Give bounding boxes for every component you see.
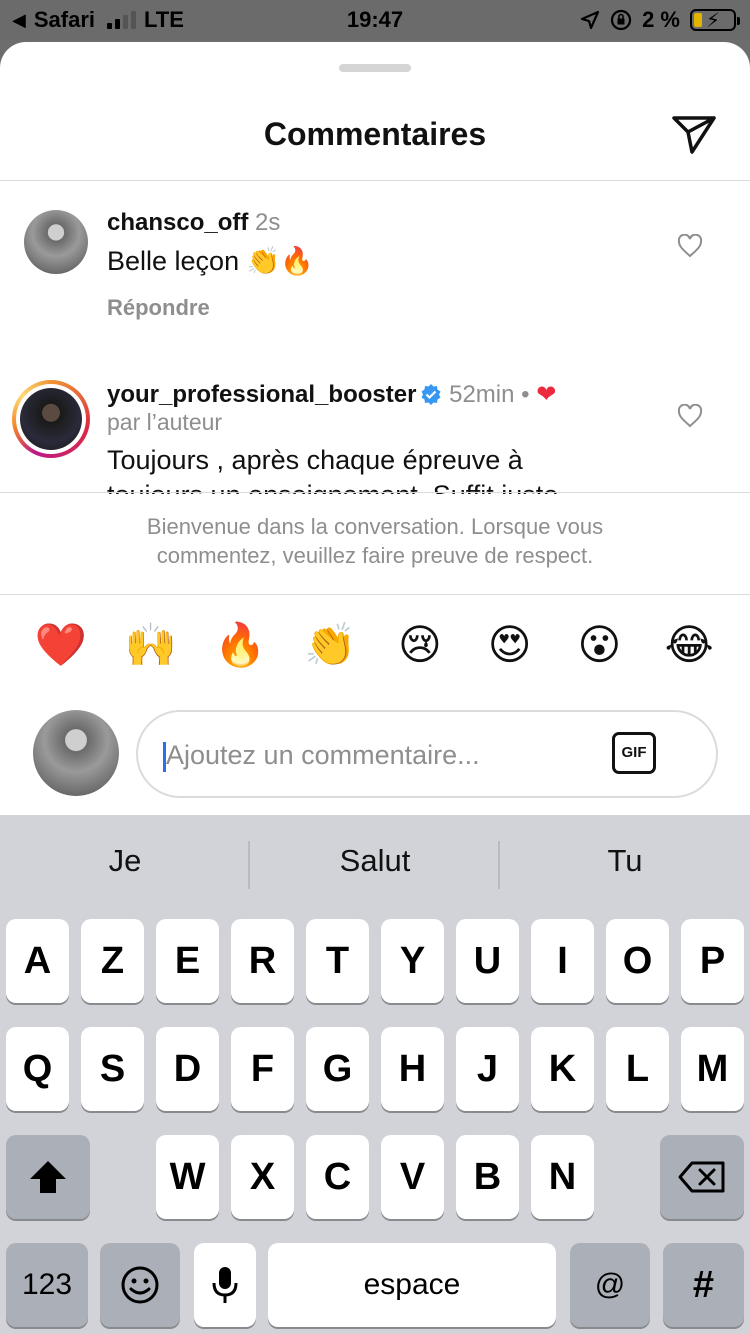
backspace-icon xyxy=(678,1161,725,1193)
emoji-red-heart[interactable]: ❤️ xyxy=(31,620,91,670)
status-bar: ◀ Safari LTE 19:47 2 % ⚡ xyxy=(0,0,750,40)
shift-arrow-icon xyxy=(30,1161,66,1193)
key-t[interactable]: T xyxy=(306,919,369,1003)
key-c[interactable]: C xyxy=(306,1135,369,1219)
meta-separator: • xyxy=(521,381,530,408)
key-f[interactable]: F xyxy=(231,1027,294,1111)
key-s[interactable]: S xyxy=(81,1027,144,1111)
key-z[interactable]: Z xyxy=(81,919,144,1003)
username-text[interactable]: chansco_off xyxy=(107,209,248,236)
microphone-icon xyxy=(212,1267,238,1303)
battery-icon: ⚡ xyxy=(690,9,740,32)
heart-outline-icon[interactable] xyxy=(677,404,703,428)
quick-emoji-bar: ❤️ 🙌 🔥 👏 😢 😍 😮 😂 xyxy=(0,620,750,670)
page-title: Commentaires xyxy=(263,116,487,152)
key-p[interactable]: P xyxy=(681,919,744,1003)
emoji-clapping-hands[interactable]: 👏 xyxy=(300,620,360,670)
welcome-divider-bottom xyxy=(0,594,750,595)
emoji-raised-hands[interactable]: 🙌 xyxy=(121,620,181,670)
emoji-key[interactable] xyxy=(100,1243,180,1327)
welcome-line: Bienvenue dans la conversation. Lorsque … xyxy=(146,514,604,539)
comment-username[interactable]: your_professional_booster 52min • ❤ xyxy=(107,380,556,409)
at-key[interactable]: @ xyxy=(570,1243,650,1327)
orientation-lock-icon xyxy=(610,9,632,31)
key-r[interactable]: R xyxy=(231,919,294,1003)
suggestion-salut[interactable]: Salut xyxy=(250,843,500,879)
predictive-bar: Je Salut Tu xyxy=(0,815,750,915)
key-b[interactable]: B xyxy=(456,1135,519,1219)
key-h[interactable]: H xyxy=(381,1027,444,1111)
key-o[interactable]: O xyxy=(606,919,669,1003)
keyboard: Je Salut Tu A Z E R T Y U I O P Q S D F … xyxy=(0,815,750,1334)
numbers-key[interactable]: 123 xyxy=(6,1243,88,1327)
emoji-fire[interactable]: 🔥 xyxy=(210,620,270,670)
author-label: par l’auteur xyxy=(107,409,223,435)
comment-time: 2s xyxy=(255,209,281,236)
key-j[interactable]: J xyxy=(456,1027,519,1111)
key-u[interactable]: U xyxy=(456,919,519,1003)
key-l[interactable]: L xyxy=(606,1027,669,1111)
gif-icon[interactable]: GIF xyxy=(612,732,656,774)
smiley-icon xyxy=(121,1266,159,1304)
key-e[interactable]: E xyxy=(156,919,219,1003)
reply-button[interactable]: Répondre xyxy=(107,295,210,321)
microphone-key[interactable] xyxy=(194,1243,256,1327)
delete-key[interactable] xyxy=(660,1135,744,1219)
welcome-divider-top xyxy=(0,492,750,493)
key-w[interactable]: W xyxy=(156,1135,219,1219)
key-v[interactable]: V xyxy=(381,1135,444,1219)
shift-key[interactable] xyxy=(6,1135,90,1219)
emoji-tears-of-joy[interactable]: 😂 xyxy=(659,620,719,670)
heart-outline-icon[interactable] xyxy=(677,234,703,258)
key-k[interactable]: K xyxy=(531,1027,594,1111)
welcome-notice: Bienvenue dans la conversation. Lorsque … xyxy=(0,494,750,594)
key-m[interactable]: M xyxy=(681,1027,744,1111)
suggestion-tu[interactable]: Tu xyxy=(500,843,750,879)
author-liked-heart-icon: ❤ xyxy=(536,381,557,408)
key-y[interactable]: Y xyxy=(381,919,444,1003)
location-icon xyxy=(580,10,600,30)
comment-text: Toujours , après chaque épreuve à xyxy=(107,445,523,475)
key-a[interactable]: A xyxy=(6,919,69,1003)
comment-time: 52min xyxy=(449,381,515,408)
key-x[interactable]: X xyxy=(231,1135,294,1219)
key-q[interactable]: Q xyxy=(6,1027,69,1111)
comment-text: Belle leçon 👏🔥 xyxy=(107,246,314,276)
emoji-surprised-face[interactable]: 😮 xyxy=(569,620,629,670)
story-ring-avatar[interactable] xyxy=(12,380,90,458)
comment-input[interactable]: Ajoutez un commentaire... GIF xyxy=(136,710,718,798)
current-user-avatar xyxy=(33,710,119,796)
comment-username[interactable]: chansco_off 2s xyxy=(107,209,280,237)
emoji-heart-eyes[interactable]: 😍 xyxy=(480,620,540,670)
header-divider xyxy=(0,180,750,181)
space-key[interactable]: espace xyxy=(268,1243,556,1327)
welcome-line: commentez, veuillez faire preuve de resp… xyxy=(156,543,594,568)
paper-plane-icon[interactable] xyxy=(670,112,718,156)
key-n[interactable]: N xyxy=(531,1135,594,1219)
emoji-crying-face[interactable]: 😢 xyxy=(390,620,450,670)
battery-percent: 2 % xyxy=(642,7,680,32)
key-d[interactable]: D xyxy=(156,1027,219,1111)
comment-input-placeholder[interactable]: Ajoutez un commentaire... xyxy=(166,740,480,771)
key-i[interactable]: I xyxy=(531,919,594,1003)
hash-key[interactable]: # xyxy=(663,1243,744,1327)
avatar[interactable] xyxy=(24,210,88,274)
key-g[interactable]: G xyxy=(306,1027,369,1111)
sheet-grabber[interactable] xyxy=(339,64,411,72)
verified-badge-icon xyxy=(421,384,441,405)
comments-sheet: Commentaires chansco_off 2s Belle leçon … xyxy=(0,42,750,815)
username-text[interactable]: your_professional_booster xyxy=(107,381,416,408)
suggestion-je[interactable]: Je xyxy=(0,843,250,879)
